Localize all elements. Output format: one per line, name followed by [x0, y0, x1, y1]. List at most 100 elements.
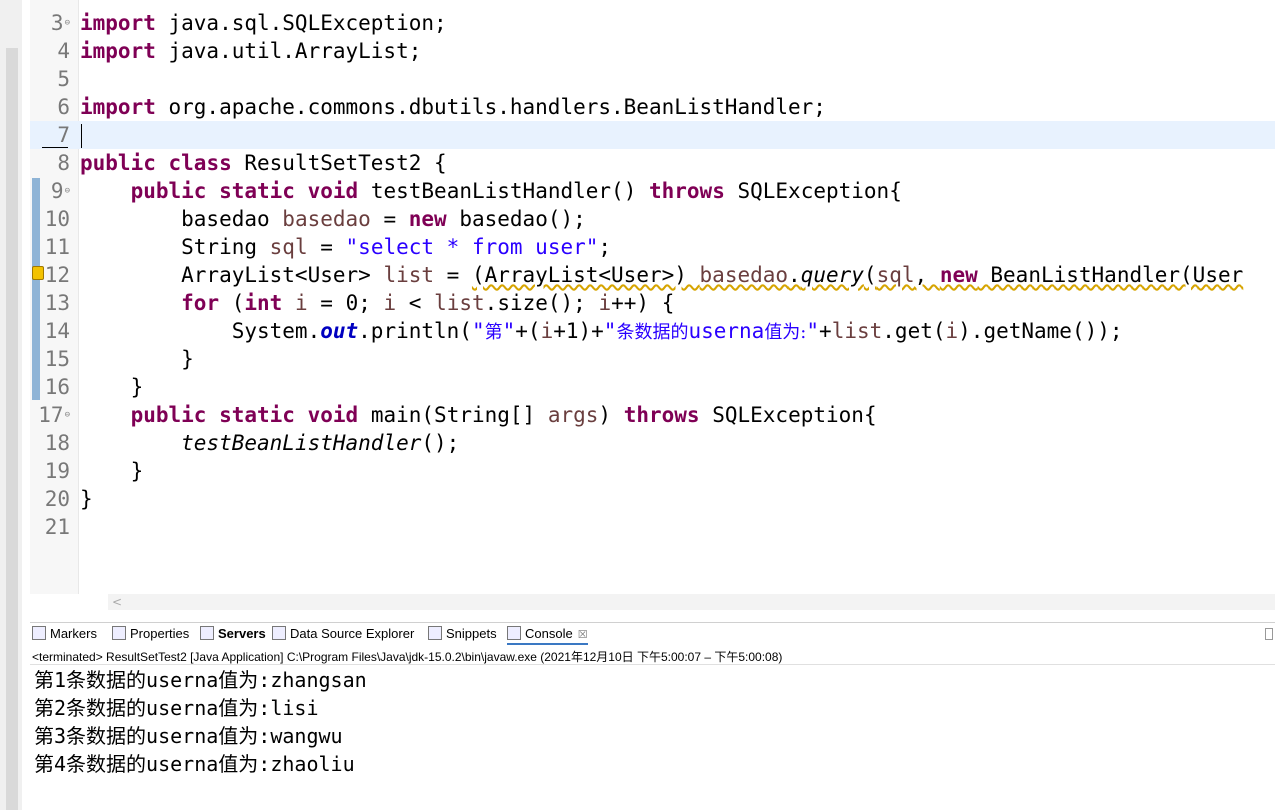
- code-token: .: [788, 263, 801, 287]
- bottom-views-panel: Markers Properties Servers Data Source Expl…: [30, 622, 1275, 811]
- code-line[interactable]: 9⊖ public static void testBeanListHandle…: [30, 177, 1275, 205]
- line-number: 20: [44, 487, 70, 511]
- code-line[interactable]: 21: [30, 513, 1275, 541]
- code-line[interactable]: 4 import java.util.ArrayList;: [30, 37, 1275, 65]
- tab-markers[interactable]: Markers: [32, 625, 97, 643]
- servers-icon: [200, 626, 214, 640]
- code-line[interactable]: 5: [30, 65, 1275, 93]
- code-line[interactable]: 14 System.out.println("第"+(i+1)+"条数据的use…: [30, 317, 1275, 345]
- code-line[interactable]: 19 }: [30, 457, 1275, 485]
- code-token: java.sql.SQLException;: [155, 11, 447, 35]
- code-line[interactable]: 11 String sql = "select * from user";: [30, 233, 1275, 261]
- code-token: for: [181, 291, 220, 315]
- code-token: basedao: [282, 207, 371, 231]
- code-text: String sql = "select * from user";: [80, 233, 611, 261]
- code-token: }: [80, 459, 144, 483]
- fold-toggle-icon[interactable]: ⊖: [65, 410, 70, 420]
- data-source-explorer-icon: [272, 626, 286, 640]
- line-number: 4: [57, 39, 70, 63]
- code-token: ": [806, 319, 820, 343]
- code-token: .get(: [882, 319, 946, 343]
- code-text: import org.apache.commons.dbutils.handle…: [80, 93, 826, 121]
- code-token: i: [383, 291, 397, 315]
- code-token: void: [307, 403, 359, 427]
- code-line[interactable]: 10 basedao basedao = new basedao();: [30, 205, 1275, 233]
- code-token: class: [168, 151, 232, 175]
- code-token: void: [307, 179, 359, 203]
- fold-toggle-icon[interactable]: ⊖: [65, 18, 70, 28]
- code-line[interactable]: 16 }: [30, 373, 1275, 401]
- tab-label: Data Source Explorer: [290, 626, 415, 641]
- code-token: public: [130, 179, 207, 203]
- code-token: list: [383, 263, 435, 287]
- code-token: }: [80, 487, 93, 511]
- code-token: userna: [688, 319, 765, 343]
- tab-servers[interactable]: Servers: [200, 625, 266, 643]
- properties-icon: [112, 626, 126, 640]
- code-text: ArrayList<User> list = (ArrayList<User>)…: [80, 261, 1243, 289]
- code-token: import: [80, 11, 156, 35]
- code-token: BeanListHandler(User: [977, 263, 1244, 287]
- code-token: list: [434, 291, 485, 315]
- code-token: String: [80, 235, 270, 259]
- code-editor[interactable]: 3⊖ import java.sql.SQLException; 4 import j…: [30, 0, 1275, 612]
- line-number: 7: [57, 123, 70, 147]
- code-token: i: [598, 291, 612, 315]
- code-token: ).getName());: [958, 319, 1123, 343]
- code-token: testBeanListHandler: [181, 431, 422, 455]
- tab-snippets[interactable]: Snippets: [428, 625, 497, 643]
- code-token: System.: [80, 319, 321, 343]
- code-token: ": [471, 319, 485, 343]
- tab-properties[interactable]: Properties: [112, 625, 189, 643]
- tab-label: Console: [525, 626, 573, 641]
- code-line[interactable]: 18 testBeanListHandler();: [30, 429, 1275, 457]
- code-line[interactable]: 6 import org.apache.commons.dbutils.handl…: [30, 93, 1275, 121]
- code-line[interactable]: 8 public class ResultSetTest2 {: [30, 149, 1275, 177]
- console-line: 第1条数据的userna值为:zhangsan: [34, 668, 367, 692]
- code-line[interactable]: 12 ArrayList<User> list = (ArrayList<Use…: [30, 261, 1275, 289]
- code-token: 值为:: [764, 322, 807, 343]
- code-line[interactable]: 15 }: [30, 345, 1275, 373]
- code-token: new: [408, 207, 447, 231]
- code-token: +: [819, 319, 832, 343]
- horizontal-scrollbar[interactable]: <: [108, 594, 1275, 610]
- change-marker-bar: [32, 178, 40, 400]
- tab-label: Properties: [130, 626, 190, 641]
- code-token: =: [434, 263, 472, 287]
- code-line[interactable]: 17⊖ public static void main(String[] arg…: [30, 401, 1275, 429]
- code-token: ();: [421, 431, 460, 455]
- code-token: }: [80, 347, 194, 371]
- line-number: 8: [57, 151, 70, 175]
- code-line[interactable]: 7: [30, 121, 1275, 149]
- code-token: int: [244, 291, 283, 315]
- snippets-icon: [428, 626, 442, 640]
- code-token: list: [831, 319, 883, 343]
- code-token: ): [598, 403, 624, 427]
- code-line[interactable]: 20}: [30, 485, 1275, 513]
- code-token: .size();: [484, 291, 599, 315]
- line-number: 3⊖: [50, 11, 70, 35]
- code-text: import java.util.ArrayList;: [80, 37, 421, 65]
- code-token: i: [540, 319, 554, 343]
- minimize-icon[interactable]: [1265, 628, 1273, 640]
- code-token: throws: [623, 403, 700, 427]
- tab-data-source-explorer[interactable]: Data Source Explorer: [272, 625, 414, 643]
- code-token: sql: [269, 235, 308, 259]
- fold-toggle-icon[interactable]: ⊖: [65, 186, 70, 196]
- code-token: import: [80, 95, 156, 119]
- code-token: 条数据的: [616, 322, 689, 343]
- scroll-left-arrow-icon[interactable]: <: [112, 594, 122, 610]
- code-token: i: [294, 291, 308, 315]
- warning-icon[interactable]: [32, 266, 44, 280]
- code-line[interactable]: 3⊖ import java.sql.SQLException;: [30, 9, 1275, 37]
- tab-console[interactable]: Console ☒: [507, 625, 588, 645]
- code-line[interactable]: 13 for (int i = 0; i < list.size(); i++)…: [30, 289, 1275, 317]
- code-token: basedao: [80, 207, 283, 231]
- code-token: ArrayList<User>: [80, 263, 384, 287]
- close-icon[interactable]: ☒: [578, 629, 588, 641]
